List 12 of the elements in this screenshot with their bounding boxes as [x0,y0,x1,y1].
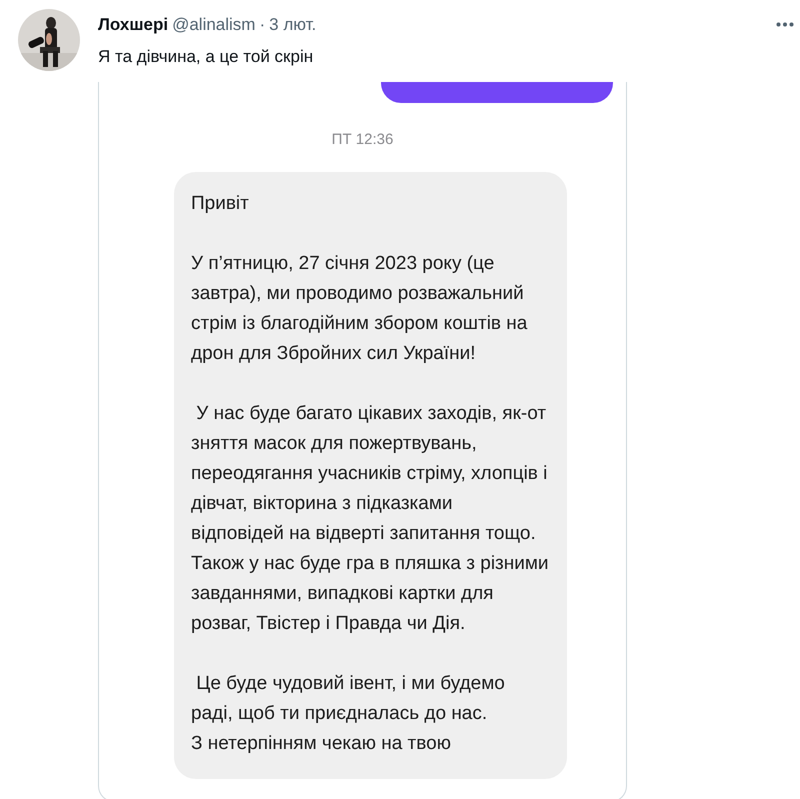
user-handle[interactable]: @alinalism [172,12,256,38]
post-text: Я та дівчина, а це той скрін [98,46,314,68]
message-paragraph: У нас буде багато цікавих заходів, як-от зняття масок для пожертвувань, переодягання учасників стріму, хлопців і дівчат, вікторина з підказками відповідей на відверті запитання тощо. Також у нас буде гра в пляшка з різними завданнями, випадкові картки для розваг, Твістер і Правда чи Дія. [191,402,550,636]
display-name[interactable]: Лохшері [98,12,168,38]
attached-screenshot[interactable] [98,82,627,799]
more-icon[interactable] [776,22,794,28]
message-paragraph: У п’ятницю, 27 січня 2023 року (це завтра), ми проводимо розважальний стрім із благодійним збором коштів на дрон для Збройних сил України! [191,252,528,366]
message-paragraph: Привіт [191,192,250,216]
message-timestamp: ПТ 12:36 [332,130,394,150]
post-date[interactable]: 3 лют. [269,12,316,38]
separator-dot: · [259,14,266,36]
message-paragraph: Це буде чудовий івент, і ми будемо раді, щоб ти приєдналась до нас. З нетерпінням чекаю на твою [191,672,506,756]
